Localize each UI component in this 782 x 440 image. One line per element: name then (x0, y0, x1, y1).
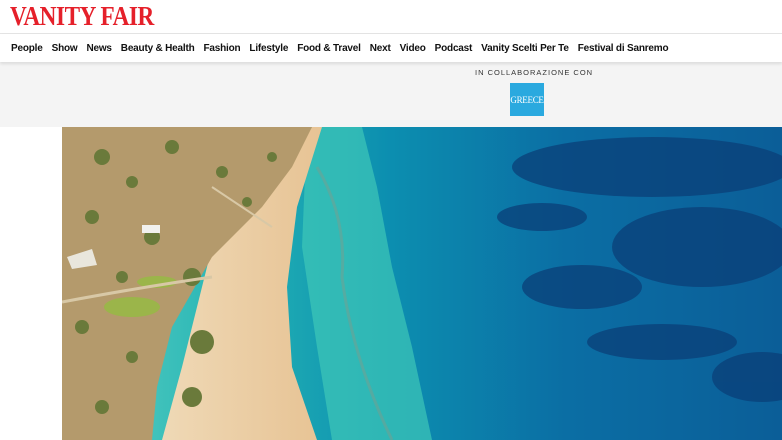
nav-item-food-travel[interactable]: Food & Travel (297, 43, 361, 54)
nav-list: People Show News Beauty & Health Fashion… (0, 34, 782, 62)
nav-item-video[interactable]: Video (400, 43, 426, 54)
nav-item-beauty-health[interactable]: Beauty & Health (121, 43, 195, 54)
nav-item-fashion[interactable]: Fashion (203, 43, 240, 54)
nav-item-lifestyle[interactable]: Lifestyle (249, 43, 288, 54)
greece-sponsor-logo[interactable]: GREECE (510, 83, 544, 116)
aerial-beach-photo (62, 127, 782, 440)
sponsor-banner (0, 62, 782, 127)
nav-item-next[interactable]: Next (370, 43, 391, 54)
vanity-fair-logo[interactable]: VANITY FAIR (10, 1, 154, 31)
nav-item-news[interactable]: News (86, 43, 112, 54)
nav-item-sanremo[interactable]: Festival di Sanremo (578, 43, 669, 54)
nav-item-vanity-scelti[interactable]: Vanity Scelti Per Te (481, 43, 569, 54)
site-header: VANITY FAIR (0, 0, 782, 34)
nav-item-show[interactable]: Show (52, 43, 78, 54)
sponsor-label: IN COLLABORAZIONE CON (475, 68, 594, 77)
hero-image (62, 127, 782, 440)
main-navigation: People Show News Beauty & Health Fashion… (0, 34, 782, 62)
nav-item-people[interactable]: People (11, 43, 43, 54)
nav-item-podcast[interactable]: Podcast (435, 43, 473, 54)
